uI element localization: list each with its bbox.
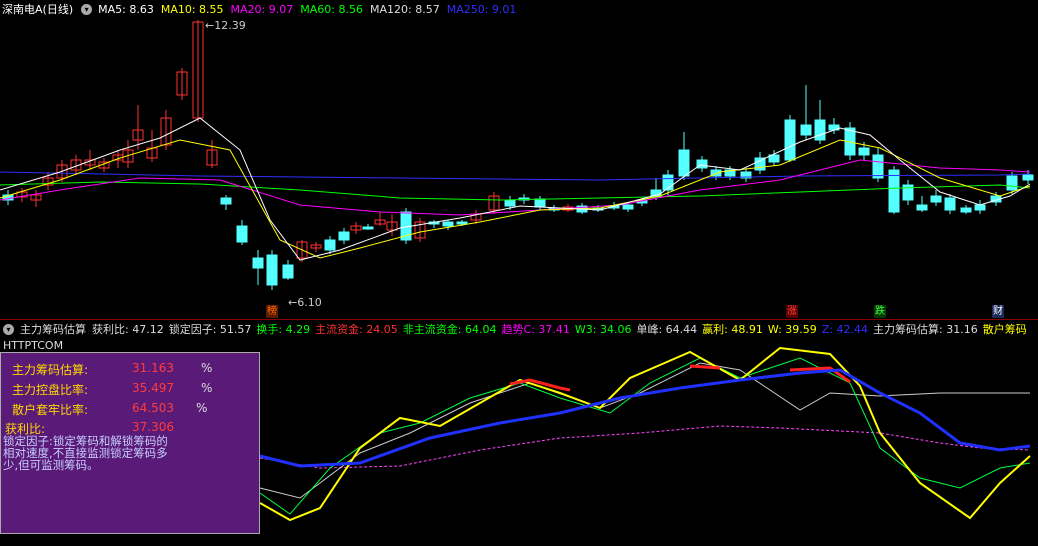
candle-body [960,207,972,213]
panel-row-unit: % [196,401,208,415]
candle-body [916,204,928,211]
candle-body [888,169,900,213]
indicator-value-item: 获利比: 47.12 [92,323,164,336]
candle-body [930,195,942,203]
main-fund-highlight [689,364,721,370]
indicator-name: 主力筹码估算 [20,323,86,336]
indicator-value-item: 散户筹码 [982,323,1027,336]
panel-row-label: 主力筹码估算: [12,363,89,377]
candle-body [678,149,690,177]
dropdown-icon[interactable]: ▾ [3,323,14,335]
indicator-value-item: 单峰: 64.44 [636,323,698,336]
candle-body [696,159,708,169]
event-marker-rise[interactable]: 涨 [786,305,798,318]
panel-row-label: 主力控盘比率: [12,383,89,397]
event-marker-list[interactable]: 榜 [266,305,278,318]
candle-body [1006,175,1018,191]
indicator-value-item: 趋势C: 37.41 [501,323,570,336]
candle-body [814,119,826,141]
panel-row-value: 35.497 [132,381,174,395]
z-line [259,368,1031,468]
indicator-value-item: 主流资金: 24.05 [315,323,398,336]
candlestick-chart[interactable] [0,0,1038,318]
lock-factor-description: 锁定因子:锁定筹码和解锁筹码的相对速度,不直接监测锁定筹码多少,但可监测筹码。 [3,434,168,472]
high-price-value: 12.39 [214,19,246,32]
indicator-value-item: 锁定因子: 51.57 [168,323,252,336]
high-price-label: ←12.39 [205,19,246,32]
indicator-value-item: 换手: 4.29 [256,323,311,336]
info-panel: 主力筹码估算: 31.163 % 主力控盘比率: 35.497 % 散户套牢比率… [0,352,260,534]
candle-body [252,257,264,269]
candle-body [220,197,232,205]
indicator-value-item: W: 39.59 [767,323,817,336]
profit-w-line [259,346,1031,522]
candle-body [338,231,350,241]
profit-ratio-value: 37.306 [132,420,174,434]
event-marker-finance[interactable]: 财 [992,305,1004,318]
candle-body [504,199,516,207]
website-label: HTTPTCOM [3,339,64,352]
candle-body [456,221,468,225]
candle-body [534,198,546,208]
candle-body [442,221,454,227]
low-price-label: ←6.10 [288,296,322,309]
candle-body [944,197,956,211]
indicator-value-item: 主力筹码估算: 31.16 [873,323,978,336]
candle-body [872,154,884,179]
event-marker-fall[interactable]: 跌 [874,305,886,318]
candle-body [236,225,248,243]
main-fund-highlight [509,378,571,392]
candle-body [282,264,294,279]
candle-body [800,124,812,136]
candle-body [974,204,986,211]
panel-row-value: 31.163 [132,361,174,375]
indicator-value-item: 非主流资金: 64.04 [402,323,497,336]
ma60-line [0,181,1031,201]
candle-body [858,147,870,156]
low-price-value: 6.10 [297,296,322,309]
panel-row-unit: % [201,381,213,395]
panel-row-label: 散户套牢比率: [12,403,89,417]
candle-body [1022,174,1034,181]
lock-factor-line [259,362,1030,499]
panel-row-value: 64.503 [132,401,174,415]
candle-body [266,254,278,286]
candle-body [362,226,374,230]
indicator-header: ▾ 主力筹码估算 获利比: 47.12 锁定因子: 51.57 换手: 4.29 主流… [0,321,1032,337]
candle-body [784,119,796,161]
candle-body [324,239,336,251]
candle-body [622,204,634,210]
indicator-values: 获利比: 47.12 锁定因子: 51.57 换手: 4.29 主流资金: 24.05… [92,321,1032,337]
indicator-value-item: Z: 42.44 [821,323,869,336]
panel-divider [0,319,1038,320]
panel-row-unit: % [201,361,213,375]
indicator-value-item: 赢利: 48.91 [702,323,763,336]
indicator-value-item: W3: 34.06 [574,323,632,336]
